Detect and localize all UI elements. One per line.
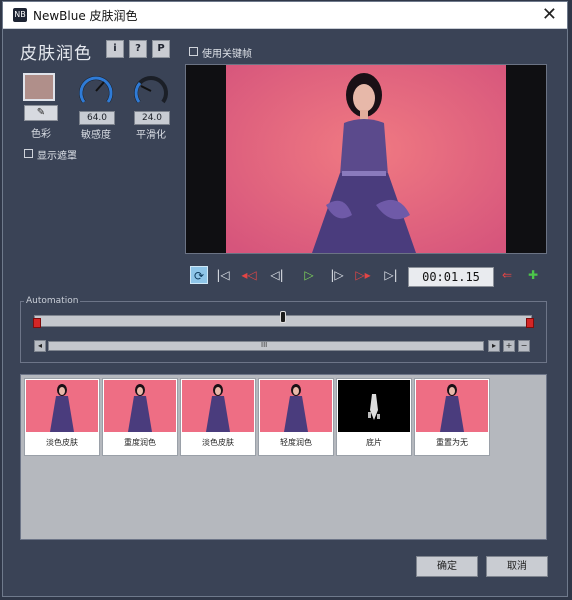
color-label: 色彩 bbox=[31, 129, 51, 140]
sensitivity-knob[interactable] bbox=[77, 72, 115, 110]
panel-heading: 皮肤润色 bbox=[20, 44, 92, 64]
show-mask-checkbox[interactable] bbox=[24, 149, 33, 158]
preset-label: 淡色皮肤 bbox=[46, 438, 78, 447]
color-swatch[interactable] bbox=[23, 73, 55, 101]
preset-label: 重度润色 bbox=[124, 438, 156, 447]
step-back-icon[interactable]: ◁| bbox=[268, 266, 286, 284]
scroll-grip-icon[interactable]: III bbox=[261, 341, 267, 349]
preset-thumbnail bbox=[104, 380, 176, 432]
sensitivity-value[interactable]: 64.0 bbox=[79, 111, 115, 125]
go-to-start-icon[interactable]: |◁ bbox=[214, 266, 232, 284]
preset-tile[interactable]: 重置为无 bbox=[414, 378, 490, 456]
close-icon[interactable]: ✕ bbox=[542, 4, 557, 25]
scroll-left-icon[interactable]: ◂ bbox=[34, 340, 46, 352]
smoothing-value[interactable]: 24.0 bbox=[134, 111, 170, 125]
preset-tile[interactable]: 重度润色 bbox=[102, 378, 178, 456]
automation-label: Automation bbox=[24, 296, 81, 306]
add-keyframe-icon[interactable]: ✚ bbox=[524, 266, 542, 284]
info-button[interactable]: i bbox=[106, 40, 124, 58]
delete-keyframe-icon[interactable]: ⇐ bbox=[498, 266, 516, 284]
keyframe-marker[interactable] bbox=[33, 318, 41, 328]
preset-thumbnail bbox=[338, 380, 410, 432]
app-icon: NB bbox=[13, 8, 27, 22]
preview-frame bbox=[226, 65, 506, 253]
title-bar: NB NewBlue 皮肤润色 ✕ bbox=[3, 2, 567, 29]
timecode-display[interactable]: 00:01.15 bbox=[408, 267, 494, 287]
smoothing-label: 平滑化 bbox=[136, 130, 166, 141]
preset-label: 轻度润色 bbox=[280, 438, 312, 447]
show-mask-label: 显示遮罩 bbox=[37, 151, 77, 162]
window-title: NewBlue 皮肤润色 bbox=[33, 9, 138, 23]
video-preview bbox=[185, 64, 547, 254]
cancel-button[interactable]: 取消 bbox=[486, 556, 548, 577]
preset-button[interactable]: P bbox=[152, 40, 170, 58]
preset-label: 淡色皮肤 bbox=[202, 438, 234, 447]
zoom-out-icon[interactable]: − bbox=[518, 340, 530, 352]
preset-gallery: 淡色皮肤 重度润色 淡色皮肤 轻度润色 底片 重置为无 bbox=[20, 374, 547, 540]
preset-tile[interactable]: 轻度润色 bbox=[258, 378, 334, 456]
step-forward-icon[interactable]: |▷ bbox=[328, 266, 346, 284]
zoom-in-icon[interactable]: + bbox=[503, 340, 515, 352]
preset-tile[interactable]: 淡色皮肤 bbox=[180, 378, 256, 456]
preset-thumbnail bbox=[416, 380, 488, 432]
help-button[interactable]: ? bbox=[129, 40, 147, 58]
keyframe-marker[interactable] bbox=[526, 318, 534, 328]
go-to-end-icon[interactable]: ▷| bbox=[382, 266, 400, 284]
preset-thumbnail bbox=[260, 380, 332, 432]
ok-button[interactable]: 确定 bbox=[416, 556, 478, 577]
use-keyframes-label: 使用关键帧 bbox=[202, 49, 252, 60]
eyedropper-icon[interactable]: ✎ bbox=[24, 105, 58, 121]
preset-thumbnail bbox=[182, 380, 254, 432]
preset-tile[interactable]: 淡色皮肤 bbox=[24, 378, 100, 456]
play-icon[interactable]: ▷ bbox=[300, 266, 318, 284]
playhead-handle[interactable] bbox=[280, 311, 286, 323]
preset-label: 底片 bbox=[366, 438, 382, 447]
loop-icon[interactable]: ⟳ bbox=[190, 266, 208, 284]
next-keyframe-icon[interactable]: ▷▸ bbox=[354, 266, 372, 284]
sensitivity-label: 敏感度 bbox=[81, 130, 111, 141]
preset-thumbnail bbox=[26, 380, 98, 432]
prev-keyframe-icon[interactable]: ◂◁ bbox=[240, 266, 258, 284]
scroll-right-icon[interactable]: ▸ bbox=[488, 340, 500, 352]
timeline-scrollbar[interactable]: III bbox=[48, 341, 484, 351]
preset-label: 重置为无 bbox=[436, 438, 468, 447]
preset-tile[interactable]: 底片 bbox=[336, 378, 412, 456]
use-keyframes-checkbox[interactable] bbox=[189, 47, 198, 56]
smoothing-knob[interactable] bbox=[132, 72, 170, 110]
